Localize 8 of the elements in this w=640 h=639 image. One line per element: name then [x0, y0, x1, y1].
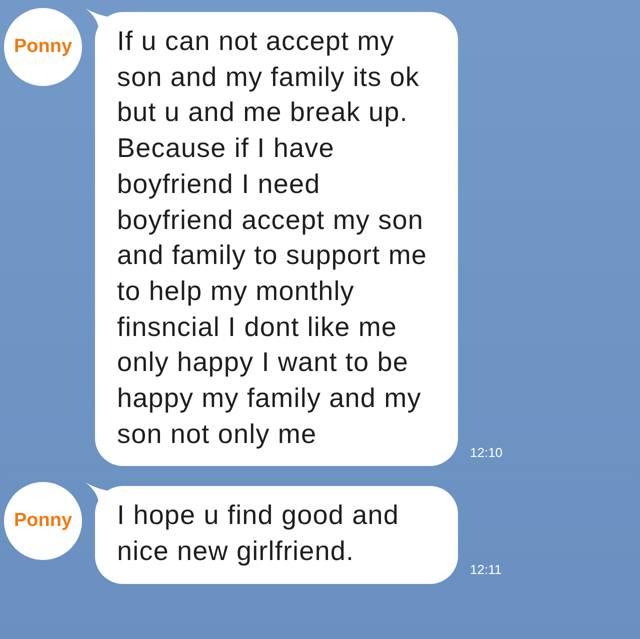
- sender-name: Ponny: [14, 34, 72, 59]
- timestamp: 12:11: [470, 561, 502, 580]
- timestamp: 12:10: [470, 444, 503, 462]
- message-text: If u can not accept my son and my family its ok but u and me break up. Because if I have boyfriend I need boyfriend accept my son and family to support me to help my monthly finsncial I dont like me only happy I want to be happy my family and my son not only me: [117, 25, 428, 451]
- sender-name: Ponny: [14, 509, 72, 534]
- avatar[interactable]: Ponny: [4, 482, 82, 560]
- message-text: I hope u find good and nice new girlfriend.: [117, 499, 400, 568]
- avatar[interactable]: Ponny: [4, 8, 82, 86]
